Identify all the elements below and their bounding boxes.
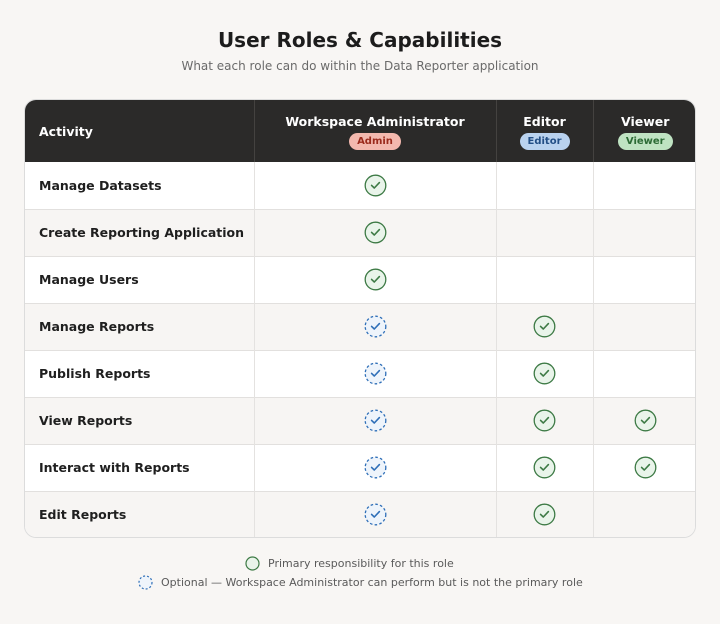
table-row: Publish Reports: [25, 350, 695, 397]
capability-cell-viewer: [592, 256, 695, 303]
role-name: Workspace Administrator: [285, 114, 465, 129]
capability-cell-admin: [253, 491, 496, 537]
optional-check-icon: [364, 503, 387, 526]
activity-cell: View Reports: [39, 413, 133, 428]
table-body: Manage Datasets Create Reporting Applicat…: [25, 162, 695, 537]
capability-cell-editor: [495, 303, 593, 350]
capability-cell-editor: [495, 491, 593, 537]
table-row: View Reports: [25, 397, 695, 444]
table-row: Interact with Reports: [25, 444, 695, 491]
role-badge-admin: Admin: [349, 133, 401, 150]
role-badge-viewer: Viewer: [617, 133, 673, 150]
capability-cell-editor: [495, 209, 593, 256]
primary-check-icon: [634, 456, 657, 479]
optional-check-icon: [364, 456, 387, 479]
role-header-admin: Workspace Administrator Admin: [253, 100, 496, 162]
table-row: Edit Reports: [25, 491, 695, 537]
optional-check-icon: [364, 362, 387, 385]
activity-column-header: Activity: [39, 123, 93, 139]
capability-cell-admin: [253, 350, 496, 397]
role-header-editor: Editor Editor: [495, 100, 593, 162]
primary-check-icon: [634, 409, 657, 432]
primary-check-icon: [533, 362, 556, 385]
page-subtitle: What each role can do within the Data Re…: [181, 59, 539, 73]
legend-primary-label: Primary responsibility for this role: [268, 557, 454, 570]
capability-cell-editor: [495, 444, 593, 491]
capability-cell-viewer: [592, 350, 695, 397]
capability-cell-viewer: [592, 209, 695, 256]
capability-cell-viewer: [592, 491, 695, 537]
capability-cell-admin: [253, 397, 496, 444]
primary-check-icon: [533, 409, 556, 432]
table-row: Manage Users: [25, 256, 695, 303]
role-name: Viewer: [621, 114, 670, 129]
primary-check-icon: [364, 221, 387, 244]
capability-cell-viewer: [592, 397, 695, 444]
table-row: Manage Reports: [25, 303, 695, 350]
primary-check-icon: [364, 174, 387, 197]
capability-cell-admin: [253, 162, 496, 209]
capability-cell-editor: [495, 256, 593, 303]
capability-cell-editor: [495, 350, 593, 397]
activity-cell: Publish Reports: [39, 366, 151, 381]
capabilities-table: Activity Workspace Administrator Admin E…: [25, 100, 695, 537]
primary-check-icon: [364, 268, 387, 291]
capability-cell-admin: [253, 444, 496, 491]
primary-check-icon: [533, 456, 556, 479]
activity-cell: Manage Reports: [39, 319, 155, 334]
table-row: Create Reporting Application: [25, 209, 695, 256]
capability-cell-admin: [253, 209, 496, 256]
capability-cell-viewer: [592, 444, 695, 491]
role-badge-editor: Editor: [519, 133, 570, 150]
primary-circle-icon: [245, 556, 260, 571]
optional-dashed-circle-icon: [138, 575, 153, 590]
optional-check-icon: [364, 409, 387, 432]
primary-check-icon: [533, 315, 556, 338]
table-row: Manage Datasets: [25, 162, 695, 209]
activity-cell: Manage Users: [39, 272, 139, 287]
capability-cell-admin: [253, 303, 496, 350]
capability-cell-editor: [495, 397, 593, 444]
legend-primary: Primary responsibility for this role: [245, 556, 454, 571]
primary-check-icon: [533, 503, 556, 526]
page-title: User Roles & Capabilities: [217, 28, 503, 52]
legend-optional-label: Optional — Workspace Administrator can p…: [161, 576, 583, 589]
capabilities-table-container: Activity Workspace Administrator Admin E…: [24, 99, 696, 538]
legend-optional: Optional — Workspace Administrator can p…: [138, 575, 583, 590]
capability-cell-admin: [253, 256, 496, 303]
capability-cell-viewer: [592, 303, 695, 350]
capability-cell-viewer: [592, 162, 695, 209]
table-header-row: Activity Workspace Administrator Admin E…: [25, 100, 695, 162]
activity-cell: Manage Datasets: [39, 177, 162, 193]
role-name: Editor: [523, 114, 566, 129]
capability-cell-editor: [495, 162, 593, 209]
activity-cell: Interact with Reports: [39, 460, 190, 475]
activity-cell: Create Reporting Application: [39, 225, 245, 240]
role-header-viewer: Viewer Viewer: [592, 100, 695, 162]
activity-cell: Edit Reports: [39, 507, 127, 523]
optional-check-icon: [364, 315, 387, 338]
